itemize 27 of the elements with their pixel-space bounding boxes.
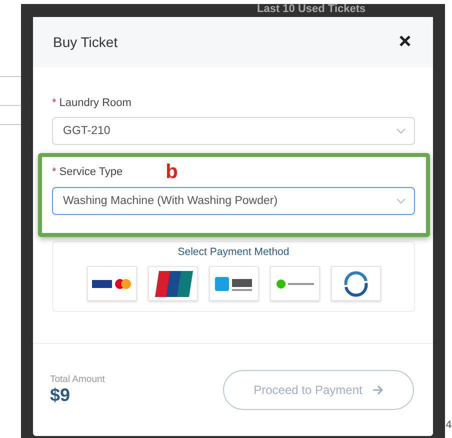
close-button[interactable] — [399, 35, 413, 49]
total-label: Total Amount — [50, 374, 105, 385]
payment-option[interactable] — [86, 266, 136, 301]
card-logo-icon — [92, 276, 132, 290]
required-asterisk: * — [52, 97, 56, 109]
required-asterisk: * — [52, 166, 56, 178]
chevron-down-icon — [396, 198, 406, 204]
field-label: Laundry Room — [59, 97, 132, 109]
arrow-right-icon — [372, 385, 384, 395]
payment-title: Select Payment Method — [178, 246, 290, 258]
page-number: 4 — [446, 420, 452, 432]
total-amount: $9 — [50, 385, 72, 406]
swirl-logo-icon — [342, 270, 370, 296]
bank-logo-icon — [152, 270, 192, 296]
select-field[interactable]: Washing Machine (With Washing Powder) — [52, 187, 415, 215]
field-label: Service Type — [59, 166, 123, 178]
chevron-down-icon — [396, 128, 406, 134]
payment-option[interactable] — [148, 266, 198, 301]
close-icon — [399, 35, 411, 47]
annotation-letter: b — [166, 165, 178, 179]
payment-option[interactable] — [330, 266, 380, 301]
dialog-title: Buy Ticket — [53, 34, 118, 50]
select-field[interactable]: GGT-210 — [52, 117, 415, 145]
chat-logo-icon — [276, 278, 314, 288]
payment-option[interactable] — [208, 266, 258, 301]
panel-title: Last 10 Used Tickets — [257, 3, 366, 16]
wallet-logo-icon — [214, 274, 252, 292]
